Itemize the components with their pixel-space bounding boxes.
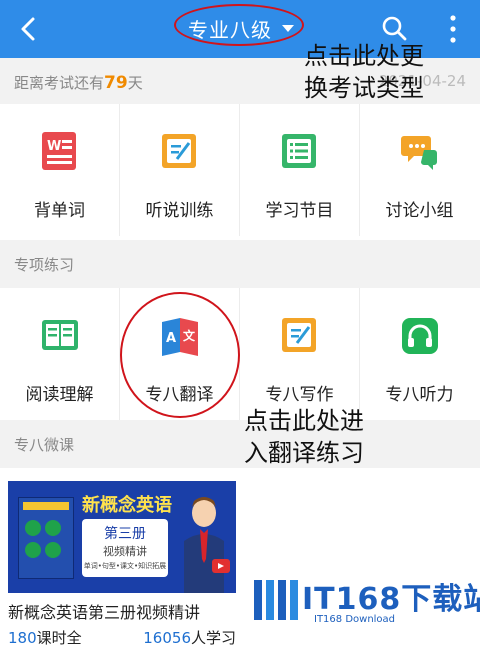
word-card-icon: W xyxy=(42,132,76,170)
practice-writing[interactable]: 专八写作 xyxy=(240,288,360,420)
tool-label: 学习节目 xyxy=(265,201,334,221)
tool-discussion[interactable]: 讨论小组 xyxy=(360,104,479,236)
watermark-subtext: IT168 Download xyxy=(314,614,396,625)
practice-label: 专八翻译 xyxy=(145,385,214,405)
practice-label: 专八写作 xyxy=(265,385,334,405)
annotation-translate-note: 点击此处进 入翻译练习 xyxy=(244,405,364,469)
watermark-logo-icon xyxy=(254,580,298,620)
course-lessons: 180课时全 xyxy=(8,627,82,648)
translate-icon: A 文 xyxy=(162,318,198,356)
tool-listening-speaking[interactable]: 听说训练 xyxy=(120,104,240,236)
practice-translation[interactable]: A 文 专八翻译 xyxy=(120,288,240,420)
writing-pen-icon xyxy=(282,318,316,352)
course-title: 新概念英语第三册视频精讲 xyxy=(8,603,201,622)
program-list-icon xyxy=(282,134,316,168)
book-cover-icon xyxy=(18,497,74,579)
search-icon[interactable] xyxy=(380,14,408,42)
page-title: 专业八级 xyxy=(188,17,272,42)
teacher-illustration-icon xyxy=(184,497,230,593)
section-title: 专项练习 xyxy=(14,256,75,274)
course-card[interactable]: 新概念英语 第三册 视频精讲 单词•句型•课文•知识拓展 新概念英语第三册视频精… xyxy=(8,481,236,659)
main-tools-row: W 背单词 听说训练 学习节目 讨论小组 xyxy=(0,104,480,236)
headphones-icon xyxy=(402,318,438,354)
tool-vocabulary[interactable]: W 背单词 xyxy=(0,104,120,236)
tool-label: 背单词 xyxy=(34,201,85,221)
thumb-subtitle: 第三册 xyxy=(104,526,146,542)
countdown-days: 79 xyxy=(104,73,128,93)
tool-label: 讨论小组 xyxy=(385,201,454,221)
annotation-title-note: 点击此处更 换考试类型 xyxy=(304,40,424,104)
section-title: 专八微课 xyxy=(14,436,75,454)
thumb-title: 新概念英语 xyxy=(82,495,172,516)
thumb-subtitle: 单词•句型•课文•知识拓展 xyxy=(83,562,167,570)
chat-bubbles-icon xyxy=(401,136,437,170)
learners-count: 16056 xyxy=(143,629,191,647)
lessons-count: 180 xyxy=(8,629,37,647)
countdown-suffix: 天 xyxy=(127,74,143,92)
practice-reading[interactable]: 阅读理解 xyxy=(0,288,120,420)
more-vertical-icon[interactable] xyxy=(446,14,460,44)
thumb-subtitle-box: 第三册 视频精讲 单词•句型•课文•知识拓展 xyxy=(82,519,168,577)
lessons-suffix: 课时全 xyxy=(36,629,82,647)
practice-label: 阅读理解 xyxy=(25,385,94,405)
practice-section-header: 专项练习 xyxy=(0,240,480,288)
countdown-label: 距离考试还有79天 xyxy=(14,72,143,93)
practice-listening[interactable]: 专八听力 xyxy=(360,288,479,420)
watermark: IT168下载站 IT168 Download xyxy=(252,574,480,654)
tool-label: 听说训练 xyxy=(145,201,214,221)
tool-programs[interactable]: 学习节目 xyxy=(240,104,360,236)
thumb-subtitle: 视频精讲 xyxy=(103,545,147,558)
caret-down-icon xyxy=(282,24,294,32)
annotation-line: 点击此处进 xyxy=(244,407,364,435)
annotation-line: 换考试类型 xyxy=(304,74,424,102)
countdown-prefix: 距离考试还有 xyxy=(14,74,105,92)
speaking-pen-icon xyxy=(162,134,196,168)
practice-label: 专八听力 xyxy=(385,385,454,405)
practice-row: 阅读理解 A 文 专八翻译 专八写作 专八听力 xyxy=(0,288,480,420)
course-learners: 16056人学习 xyxy=(143,627,236,648)
annotation-line: 点击此处更 xyxy=(304,42,424,70)
open-book-icon xyxy=(42,320,78,350)
course-thumbnail: 新概念英语 第三册 视频精讲 单词•句型•课文•知识拓展 xyxy=(8,481,236,593)
translate-icon-a: A xyxy=(166,331,176,346)
svg-text:W: W xyxy=(47,139,61,154)
course-section-header: 专八微课 xyxy=(0,420,480,468)
annotation-line: 入翻译练习 xyxy=(244,439,364,467)
translate-icon-b: 文 xyxy=(183,328,196,343)
chevron-left-icon[interactable] xyxy=(14,14,44,44)
exam-type-selector[interactable]: 专业八级 xyxy=(176,10,306,46)
watermark-text: IT168下载站 xyxy=(302,582,480,617)
learners-suffix: 人学习 xyxy=(190,629,236,647)
